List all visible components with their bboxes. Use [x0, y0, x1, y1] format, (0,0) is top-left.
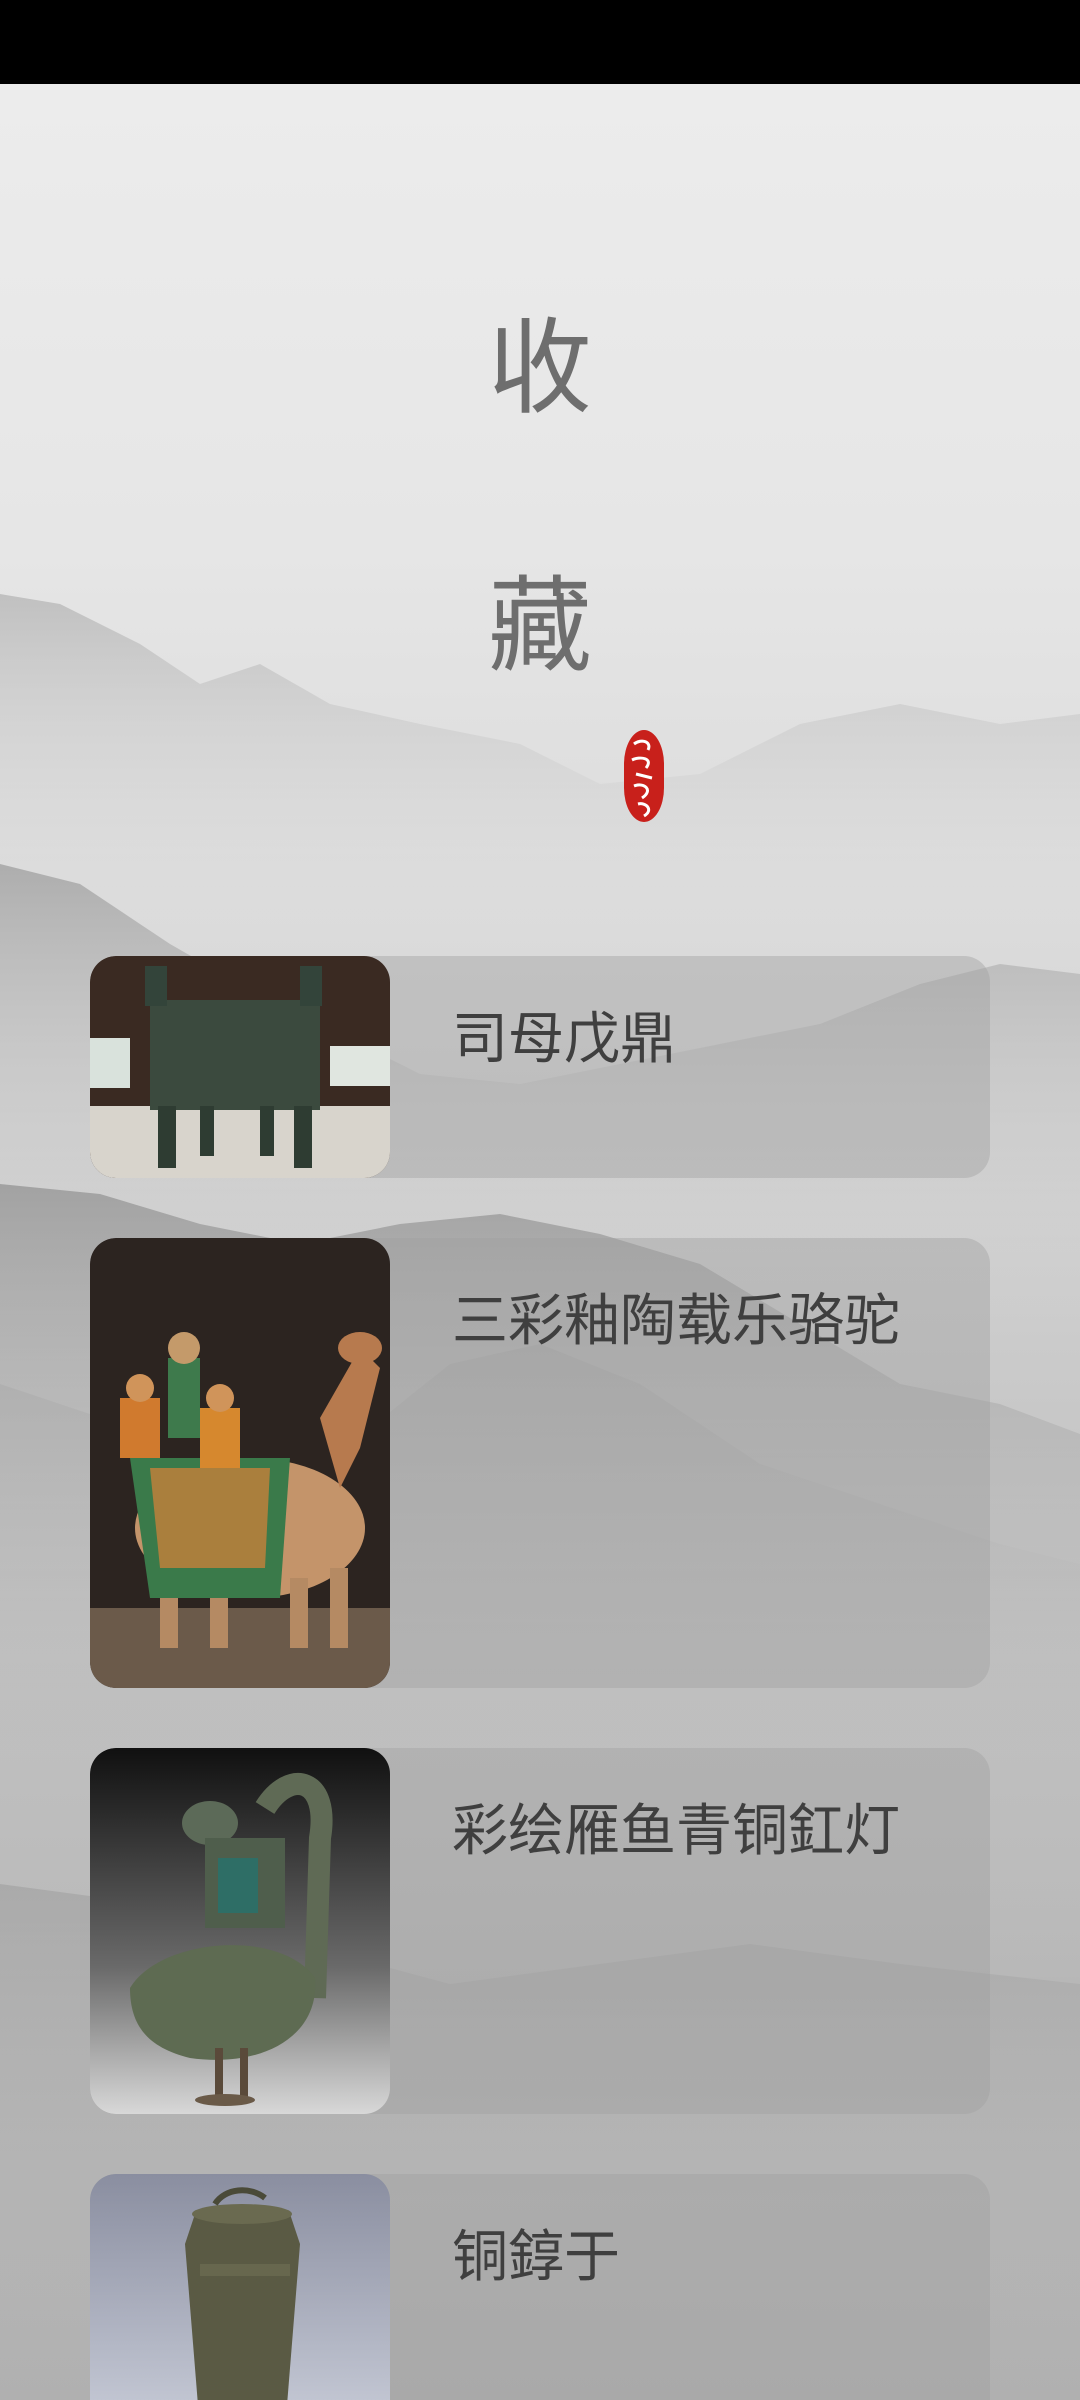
red-seal-stamp — [624, 730, 664, 822]
collection-item[interactable]: 三彩釉陶载乐骆驼 — [90, 1238, 990, 1688]
collection-screen: 收 藏 司母戊鼎 三彩釉陶载乐骆驼 彩绘雁鱼青铜釭灯 铜錞于 — [0, 84, 1080, 2400]
collection-item[interactable]: 铜錞于 — [90, 2174, 990, 2400]
collection-item[interactable]: 彩绘雁鱼青铜釭灯 — [90, 1748, 990, 2114]
collection-item-title: 彩绘雁鱼青铜釭灯 — [452, 1799, 900, 1864]
sancai-camel-photo — [90, 1238, 390, 1688]
bronze-chunyu-photo — [90, 2174, 390, 2400]
status-bar — [0, 0, 1080, 84]
collection-item-title: 司母戊鼎 — [452, 1007, 676, 1072]
collection-item[interactable]: 司母戊鼎 — [90, 956, 990, 1178]
ding-cauldron-photo — [90, 956, 390, 1178]
page-title-char-1: 收 — [487, 307, 592, 429]
goose-lamp-photo — [90, 1748, 390, 2114]
collection-item-title: 三彩釉陶载乐骆驼 — [452, 1289, 900, 1354]
collection-item-title: 铜錞于 — [452, 2225, 620, 2290]
page-title-char-2: 藏 — [487, 565, 592, 687]
